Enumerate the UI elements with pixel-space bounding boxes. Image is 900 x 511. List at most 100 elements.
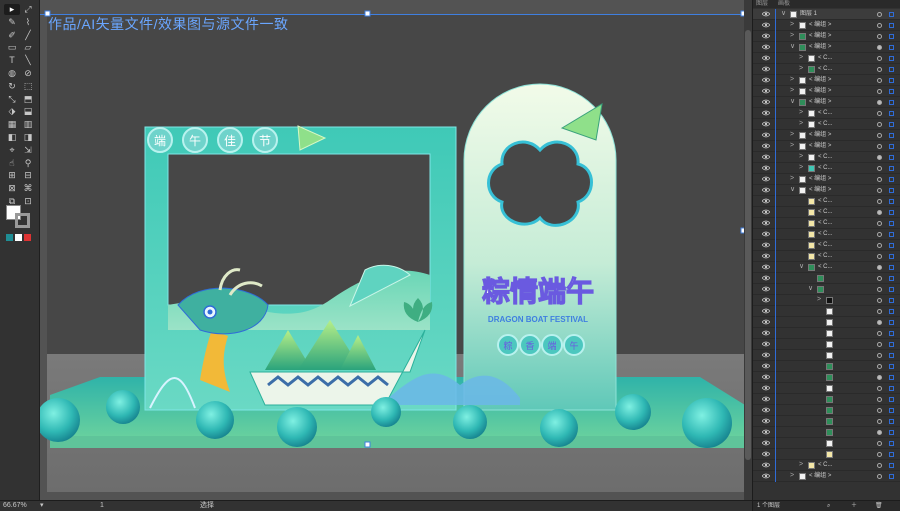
target-circle-icon[interactable] xyxy=(877,408,882,413)
target-circle-icon[interactable] xyxy=(877,419,882,424)
visibility-eye-icon[interactable] xyxy=(761,209,771,215)
layer-name[interactable]: < 编组 > xyxy=(809,185,831,195)
visibility-eye-icon[interactable] xyxy=(761,385,771,391)
visibility-eye-icon[interactable] xyxy=(761,418,771,424)
pen-tool-icon[interactable]: ✎ xyxy=(4,17,20,28)
chevron-down-icon[interactable]: ∨ xyxy=(799,262,804,272)
symbol-sprayer-icon[interactable]: ⌖ xyxy=(4,145,20,156)
selection-indicator[interactable] xyxy=(889,331,894,336)
layer-name[interactable]: < 编组 > xyxy=(809,97,831,107)
artwork[interactable]: 端 午 佳 节 粽情端午 DRAGON BOAT FESTIVAL 粽 香 端 … xyxy=(40,0,752,500)
target-circle-icon[interactable] xyxy=(877,386,882,391)
layer-row[interactable] xyxy=(753,372,900,383)
selection-indicator[interactable] xyxy=(889,45,894,50)
layer-name[interactable]: < 编组 > xyxy=(809,75,831,85)
visibility-eye-icon[interactable] xyxy=(761,319,771,325)
brush-icon[interactable]: ✐ xyxy=(4,30,20,41)
selection-indicator[interactable] xyxy=(889,133,894,138)
selection-indicator[interactable] xyxy=(889,342,894,347)
selection-tool-icon[interactable]: ▸ xyxy=(4,4,20,15)
target-circle-icon[interactable] xyxy=(877,430,882,435)
selection-indicator[interactable] xyxy=(889,254,894,259)
draw-mode-icon[interactable]: ⊠ xyxy=(4,183,20,194)
blob-brush-icon[interactable]: ◍ xyxy=(4,68,20,79)
trash-icon[interactable]: 🗑 xyxy=(875,501,883,511)
tab-layers[interactable]: 图层 xyxy=(753,0,771,8)
free-transform-icon[interactable]: ⬒ xyxy=(20,94,36,105)
chevron-down-icon[interactable]: ∨ xyxy=(790,97,795,107)
visibility-eye-icon[interactable] xyxy=(761,44,771,50)
layer-row[interactable]: > < 编组 > xyxy=(753,174,900,185)
selection-indicator[interactable] xyxy=(889,408,894,413)
selection-indicator[interactable] xyxy=(889,199,894,204)
selection-indicator[interactable] xyxy=(889,265,894,270)
hand-tool-icon[interactable]: ☝ xyxy=(4,158,20,169)
stroke-color-swatch[interactable] xyxy=(15,213,30,228)
layer-row[interactable]: > < C... xyxy=(753,460,900,471)
selection-indicator[interactable] xyxy=(889,166,894,171)
visibility-eye-icon[interactable] xyxy=(761,121,771,127)
target-circle-icon[interactable] xyxy=(877,474,882,479)
column-graph-icon[interactable]: ⇲ xyxy=(20,145,36,156)
selection-indicator[interactable] xyxy=(889,111,894,116)
selection-indicator[interactable] xyxy=(889,100,894,105)
visibility-eye-icon[interactable] xyxy=(761,55,771,61)
selection-indicator[interactable] xyxy=(889,221,894,226)
visibility-eye-icon[interactable] xyxy=(761,374,771,380)
selection-indicator[interactable] xyxy=(889,287,894,292)
layer-name[interactable]: < C... xyxy=(818,196,833,206)
visibility-eye-icon[interactable] xyxy=(761,297,771,303)
layer-row[interactable]: > < 编组 > xyxy=(753,86,900,97)
layer-row[interactable]: ∨ < C... xyxy=(753,262,900,273)
visibility-eye-icon[interactable] xyxy=(761,154,771,160)
visibility-eye-icon[interactable] xyxy=(761,363,771,369)
target-circle-icon[interactable] xyxy=(877,78,882,83)
layer-row[interactable]: < C... xyxy=(753,218,900,229)
eyedropper-icon[interactable]: ◧ xyxy=(4,132,20,143)
selection-indicator[interactable] xyxy=(889,188,894,193)
selection-indicator[interactable] xyxy=(889,430,894,435)
selection-indicator[interactable] xyxy=(889,441,894,446)
target-circle-icon[interactable] xyxy=(877,144,882,149)
target-circle-icon[interactable] xyxy=(877,210,882,215)
layer-row[interactable] xyxy=(753,416,900,427)
shaper-icon[interactable]: ▱ xyxy=(20,42,36,53)
visibility-eye-icon[interactable] xyxy=(761,275,771,281)
layer-row[interactable] xyxy=(753,350,900,361)
target-circle-icon[interactable] xyxy=(877,397,882,402)
screen-mode-icon[interactable]: ⌘ xyxy=(20,183,36,194)
chevron-right-icon[interactable]: > xyxy=(799,64,803,74)
target-circle-icon[interactable] xyxy=(877,188,882,193)
visibility-eye-icon[interactable] xyxy=(761,143,771,149)
selection-indicator[interactable] xyxy=(889,364,894,369)
visibility-eye-icon[interactable] xyxy=(761,396,771,402)
layer-row[interactable]: > < 编组 > xyxy=(753,471,900,482)
chevron-down-icon[interactable]: ∨ xyxy=(808,284,813,294)
visibility-eye-icon[interactable] xyxy=(761,66,771,72)
selection-indicator[interactable] xyxy=(889,298,894,303)
visibility-eye-icon[interactable] xyxy=(761,165,771,171)
selection-indicator[interactable] xyxy=(889,23,894,28)
visibility-eye-icon[interactable] xyxy=(761,440,771,446)
layer-name[interactable]: < 编组 > xyxy=(809,20,831,30)
visibility-eye-icon[interactable] xyxy=(761,11,771,17)
layer-row[interactable]: ∨ < 编组 > xyxy=(753,97,900,108)
selection-indicator[interactable] xyxy=(889,463,894,468)
layer-row[interactable]: > < 编组 > xyxy=(753,75,900,86)
layer-name[interactable]: < C... xyxy=(818,119,833,129)
rectangle-icon[interactable]: ▭ xyxy=(4,42,20,53)
chevron-right-icon[interactable]: > xyxy=(790,174,794,184)
target-circle-icon[interactable] xyxy=(877,298,882,303)
layer-name[interactable]: < 编组 > xyxy=(809,31,831,41)
more-tools-icon[interactable]: ⊡ xyxy=(20,196,36,207)
selection-indicator[interactable] xyxy=(889,12,894,17)
visibility-eye-icon[interactable] xyxy=(761,88,771,94)
none-mode-icon[interactable] xyxy=(24,234,31,241)
layer-name[interactable]: < C... xyxy=(818,152,833,162)
chevron-right-icon[interactable]: > xyxy=(799,108,803,118)
target-circle-icon[interactable] xyxy=(877,45,882,50)
selection-indicator[interactable] xyxy=(889,243,894,248)
document-canvas[interactable]: 端 午 佳 节 粽情端午 DRAGON BOAT FESTIVAL 粽 香 端 … xyxy=(40,0,752,500)
layer-name[interactable]: < C... xyxy=(818,240,833,250)
target-circle-icon[interactable] xyxy=(877,243,882,248)
